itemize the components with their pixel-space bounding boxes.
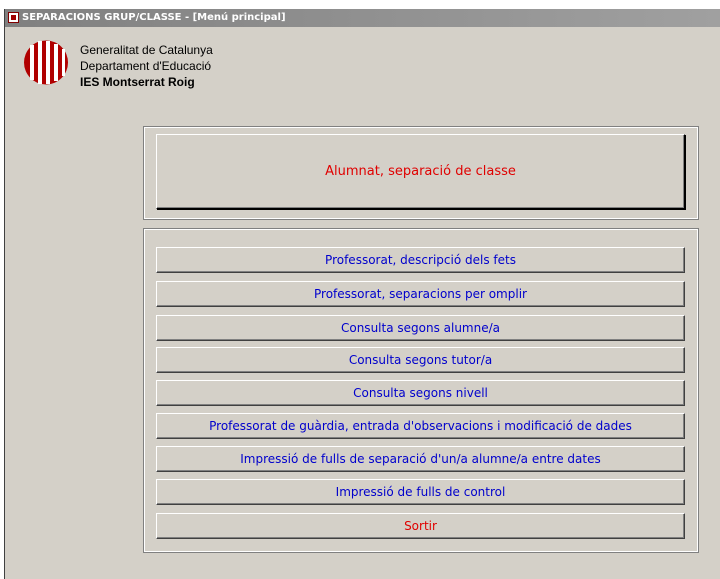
org-line-2: Departament d'Educació (80, 59, 212, 73)
impressio-separacio-button[interactable]: Impressió de fulls de separació d'un/a a… (156, 446, 685, 472)
generalitat-logo (24, 40, 68, 85)
professorat-separacions-button[interactable]: Professorat, separacions per omplir (156, 281, 685, 307)
org-line-3: IES Montserrat Roig (80, 75, 195, 89)
consulta-tutor-button[interactable]: Consulta segons tutor/a (156, 347, 685, 373)
sortir-button[interactable]: Sortir (156, 513, 685, 539)
window-title: SEPARACIONS GRUP/CLASSE - [Menú principa… (22, 12, 286, 23)
consulta-nivell-button[interactable]: Consulta segons nivell (156, 380, 685, 406)
professorat-guardia-button[interactable]: Professorat de guàrdia, entrada d'observ… (156, 413, 685, 439)
org-line-1: Generalitat de Catalunya (80, 43, 213, 57)
professorat-descripcio-button[interactable]: Professorat, descripció dels fets (156, 247, 685, 273)
consulta-alumne-button[interactable]: Consulta segons alumne/a (156, 315, 685, 341)
alumnat-separacio-button[interactable]: Alumnat, separació de classe (156, 134, 685, 209)
title-bar[interactable]: SEPARACIONS GRUP/CLASSE - [Menú principa… (5, 9, 720, 27)
organization-info: Generalitat de Catalunya Departament d'E… (80, 42, 213, 90)
app-icon[interactable] (8, 12, 19, 23)
impressio-control-button[interactable]: Impressió de fulls de control (156, 479, 685, 505)
